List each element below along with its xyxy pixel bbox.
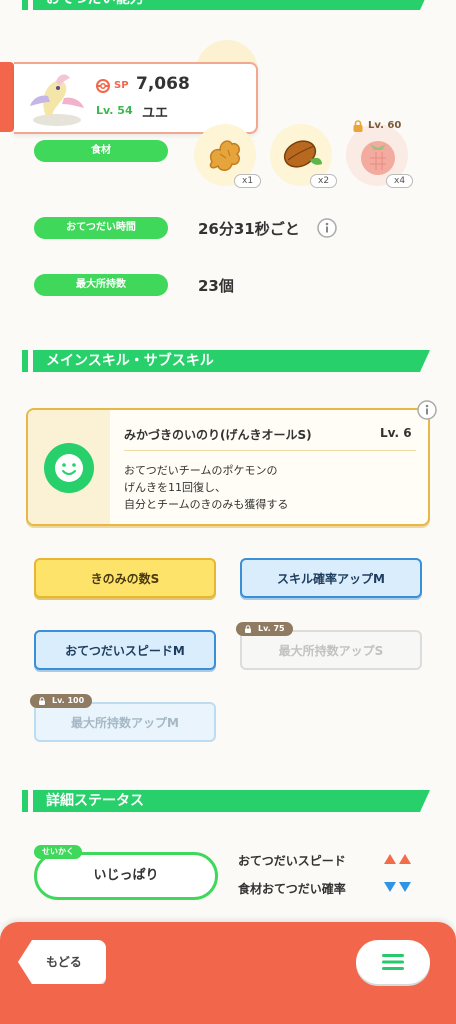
lock-icon: [245, 625, 251, 633]
main-skill-card[interactable]: みかづきのいのり(げんきオールS) Lv. 6 おてつだいチームのポケモンの げ…: [26, 408, 430, 526]
stat-up-arrows-icon: [384, 854, 411, 864]
sp-icon: [96, 79, 110, 93]
main-skill-name: みかづきのいのり(げんきオールS): [124, 428, 312, 442]
nature-tag: せいかく: [34, 845, 82, 859]
menu-button[interactable]: [356, 940, 430, 984]
menu-icon: [382, 954, 404, 970]
ingredient-qty-3: x4: [386, 174, 414, 188]
sub-skill-helping-speed-m[interactable]: おてつだいスピードM: [34, 630, 216, 670]
section-header-skills: メインスキル・サブスキル: [22, 350, 430, 372]
ingredient-unlock-level: Lv. 60: [368, 120, 402, 131]
unlock-level-tag: Lv. 100: [30, 694, 93, 708]
section-title: おてつだい能力: [46, 0, 144, 8]
max-carry-value: 23個: [198, 277, 234, 295]
lock-icon: [353, 120, 363, 132]
main-skill-description: おてつだいチームのポケモンの げんきを11回復し、 自分とチームのきのみも獲得す…: [124, 464, 289, 511]
lock-icon: [39, 697, 45, 705]
divider: [124, 450, 416, 451]
info-icon[interactable]: [317, 218, 337, 238]
nature-stat-up-label: おてつだいスピード: [238, 854, 346, 868]
tomato-icon: [361, 141, 395, 175]
back-label: もどる: [46, 955, 82, 969]
section-header-abilities: おてつだい能力: [22, 0, 430, 10]
card-accent-tab: [0, 62, 14, 132]
sub-skill-inventory-up-m-locked[interactable]: 最大所持数アップM: [34, 702, 216, 742]
info-icon[interactable]: [417, 400, 437, 420]
sub-skill-inventory-up-s-locked[interactable]: 最大所持数アップS: [240, 630, 422, 670]
cacao-icon: [283, 140, 322, 168]
nature-stat-down-label: 食材おてつだい確率: [238, 882, 346, 896]
sub-skill-berry-count-s[interactable]: きのみの数S: [34, 558, 216, 598]
help-time-value: 26分31秒ごと: [198, 220, 300, 238]
nature-box[interactable]: いじっぱり: [34, 852, 218, 900]
ingredient-qty-2: x2: [310, 174, 338, 188]
pokemon-icon: [30, 74, 84, 126]
sp-label: SP: [114, 80, 129, 91]
smile-icon: [44, 443, 94, 493]
pokemon-level: Lv. 54: [96, 104, 133, 117]
pokemon-name: ユエ: [142, 106, 169, 121]
max-carry-label-pill: 最大所持数: [34, 274, 168, 296]
unlock-level-tag: Lv. 75: [236, 622, 293, 636]
stat-down-arrows-icon: [384, 882, 411, 892]
ginger-icon: [209, 140, 240, 171]
ingredients-label-pill: 食材: [34, 140, 168, 162]
sub-skill-skill-trigger-m[interactable]: スキル確率アップM: [240, 558, 422, 598]
section-header-details: 詳細ステータス: [22, 790, 430, 812]
section-title: メインスキル・サブスキル: [46, 353, 214, 369]
ingredient-qty-1: x1: [234, 174, 262, 188]
main-skill-level: Lv. 6: [380, 426, 412, 440]
section-title: 詳細ステータス: [46, 793, 144, 809]
sp-value: 7,068: [136, 74, 190, 94]
help-time-label-pill: おてつだい時間: [34, 217, 168, 239]
back-button[interactable]: もどる: [18, 940, 106, 984]
